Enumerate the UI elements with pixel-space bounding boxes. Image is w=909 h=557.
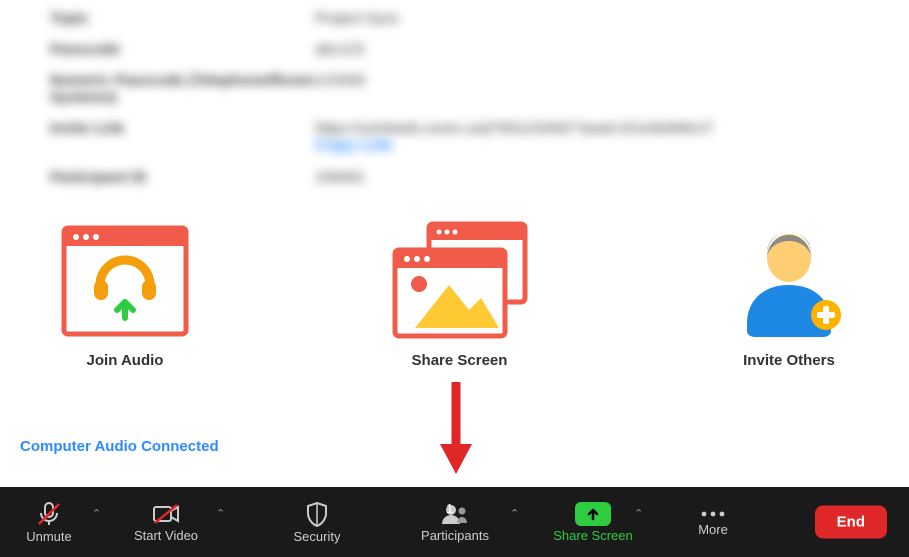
end-button[interactable]: End bbox=[815, 506, 887, 539]
info-row: Numeric Passcode (Telephone/Room Systems… bbox=[50, 72, 859, 106]
info-label: Topic bbox=[50, 10, 315, 27]
join-audio-tile[interactable]: Join Audio bbox=[60, 220, 190, 369]
info-label: Passcode bbox=[50, 41, 315, 58]
action-tiles: Join Audio Share Screen Invite Others bbox=[0, 200, 909, 369]
share-screen-button[interactable]: Share Screen bbox=[538, 487, 648, 557]
info-value: https://us04web.zoom.us/j/7831234567?pwd… bbox=[315, 120, 713, 137]
share-arrow-up-icon bbox=[586, 507, 600, 521]
share-options-chevron-icon[interactable]: ⌃ bbox=[634, 507, 643, 520]
invite-others-icon bbox=[729, 220, 849, 340]
video-options-chevron-icon[interactable]: ⌃ bbox=[216, 507, 225, 520]
share-screen-tile[interactable]: Share Screen bbox=[385, 220, 535, 369]
start-video-button[interactable]: Start Video bbox=[116, 487, 216, 557]
share-screen-icon bbox=[385, 220, 535, 340]
info-row: Topic Project Sync bbox=[50, 10, 859, 27]
share-screen-label: Share Screen bbox=[412, 352, 508, 369]
participants-count: 1 bbox=[446, 501, 453, 516]
info-value: abc123 bbox=[315, 41, 364, 58]
info-label: Numeric Passcode (Telephone/Room Systems… bbox=[50, 72, 315, 106]
invite-others-label: Invite Others bbox=[743, 352, 835, 369]
join-audio-icon bbox=[60, 220, 190, 340]
share-screen-pill bbox=[575, 502, 611, 526]
info-label: Invite Link bbox=[50, 120, 315, 155]
info-row: Invite Link https://us04web.zoom.us/j/78… bbox=[50, 120, 859, 155]
participants-options-chevron-icon[interactable]: ⌃ bbox=[510, 507, 519, 520]
info-value: Project Sync bbox=[315, 10, 399, 27]
info-value-wrap: https://us04web.zoom.us/j/7831234567?pwd… bbox=[315, 120, 713, 155]
more-button[interactable]: More bbox=[678, 487, 748, 557]
participants-icon bbox=[440, 502, 470, 526]
more-dots-icon bbox=[699, 508, 727, 520]
unmute-button[interactable]: Unmute bbox=[10, 487, 88, 557]
security-button[interactable]: Security bbox=[272, 487, 362, 557]
audio-options-chevron-icon[interactable]: ⌃ bbox=[92, 507, 101, 520]
meeting-info: Topic Project Sync Passcode abc123 Numer… bbox=[0, 0, 909, 186]
invite-others-tile[interactable]: Invite Others bbox=[729, 220, 849, 369]
info-row: Participant ID 100001 bbox=[50, 169, 859, 186]
participants-label: Participants bbox=[421, 528, 489, 543]
video-off-icon bbox=[152, 502, 180, 526]
unmute-label: Unmute bbox=[26, 529, 72, 544]
annotation-arrow-icon bbox=[436, 378, 476, 478]
start-video-label: Start Video bbox=[134, 528, 198, 543]
copy-link[interactable]: Copy Link bbox=[315, 137, 713, 155]
more-label: More bbox=[698, 522, 728, 537]
participants-button[interactable]: 1 Participants bbox=[400, 487, 510, 557]
microphone-muted-icon bbox=[36, 501, 62, 527]
meeting-toolbar: Unmute ⌃ Start Video ⌃ Security 1 Partic… bbox=[0, 487, 909, 557]
security-label: Security bbox=[294, 529, 341, 544]
info-row: Passcode abc123 bbox=[50, 41, 859, 58]
join-audio-label: Join Audio bbox=[87, 352, 164, 369]
shield-icon bbox=[305, 501, 329, 527]
info-value: 123456 bbox=[315, 72, 365, 106]
info-value: 100001 bbox=[315, 169, 365, 186]
info-label: Participant ID bbox=[50, 169, 315, 186]
share-screen-toolbar-label: Share Screen bbox=[553, 528, 633, 543]
audio-status: Computer Audio Connected bbox=[20, 438, 219, 455]
